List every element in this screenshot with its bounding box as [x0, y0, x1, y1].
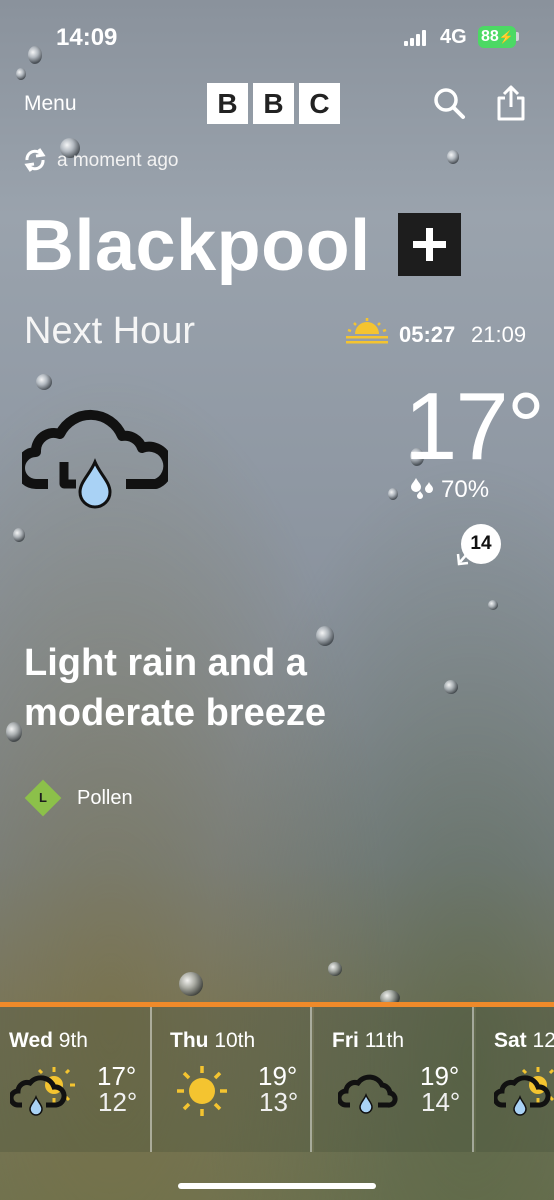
pollen-level-letter: L	[39, 790, 47, 805]
forecast-day-date: 11th	[364, 1029, 405, 1052]
sunrise-icon	[346, 318, 388, 344]
weather-summary: Light rain and a moderate breeze	[24, 642, 327, 734]
network-type: 4G	[440, 26, 467, 48]
battery-tip	[516, 32, 519, 41]
add-location-button[interactable]	[398, 213, 461, 276]
bbc-logo[interactable]: B B C	[207, 83, 340, 124]
forecast-day-date: 10th	[214, 1029, 256, 1052]
raindrop	[447, 150, 459, 164]
signal-icon	[404, 30, 430, 46]
forecast-low: 12°	[98, 1087, 138, 1117]
sunset-time: 21:09	[471, 322, 527, 347]
forecast-period: Next Hour	[24, 310, 196, 352]
forecast-day-label: Sat 12	[494, 1029, 554, 1053]
forecast-day-card[interactable]: Thu 10th 19° 13°	[152, 1007, 312, 1152]
raindrop	[6, 722, 22, 742]
forecast-day-name: Wed	[9, 1029, 53, 1052]
forecast-day-label: Thu 10th	[170, 1029, 255, 1053]
raindrop	[13, 528, 25, 542]
wind-speed-badge: 14	[461, 524, 501, 564]
sunrise-time: 05:27	[399, 322, 456, 347]
forecast-day-date: 12	[532, 1029, 554, 1052]
current-temperature: 17°	[404, 373, 545, 480]
forecast-day-date: 9th	[58, 1029, 88, 1052]
forecast-day-label: Fri 11th	[332, 1029, 404, 1053]
logo-letter: C	[299, 83, 340, 124]
logo-letter: B	[253, 83, 294, 124]
light-rain-cloud-icon	[338, 1074, 398, 1114]
forecast-day-name: Thu	[170, 1029, 209, 1052]
raindrop	[328, 962, 342, 976]
last-updated: a moment ago	[57, 150, 179, 171]
forecast-day-card[interactable]: Fri 11th 19° 14°	[314, 1007, 474, 1152]
forecast-day-card[interactable]: Wed 9th 17° 12°	[0, 1007, 152, 1152]
raindrop	[444, 680, 458, 694]
search-icon[interactable]	[432, 86, 466, 120]
forecast-day-name: Fri	[332, 1029, 359, 1052]
light-rain-cloud-icon	[22, 409, 168, 509]
sun-cloud-rain-icon	[494, 1067, 554, 1116]
menu-button[interactable]: Menu	[24, 92, 77, 116]
rain-chance-icon	[411, 478, 433, 499]
forecast-day-card[interactable]: Sat 12	[476, 1007, 554, 1152]
raindrop	[388, 488, 398, 500]
raindrop	[488, 600, 498, 610]
logo-letter: B	[207, 83, 248, 124]
forecast-low: 14°	[421, 1087, 461, 1117]
sun-icon	[177, 1066, 227, 1116]
forecast-day-name: Sat	[494, 1029, 527, 1052]
forecast-day-label: Wed 9th	[9, 1029, 88, 1053]
share-icon[interactable]	[496, 84, 526, 122]
forecast-low: 13°	[259, 1087, 299, 1117]
location-name: Blackpool	[22, 206, 371, 286]
raindrop	[36, 374, 52, 390]
battery-level: 88	[481, 28, 499, 45]
status-time: 14:09	[56, 24, 118, 51]
battery-indicator: 88⚡	[478, 26, 516, 48]
status-bar: 14:09 4G 88⚡	[0, 0, 554, 70]
pollen-label[interactable]: Pollen	[77, 787, 133, 810]
rain-chance: 70%	[441, 476, 490, 503]
refresh-icon[interactable]	[22, 147, 48, 173]
home-indicator[interactable]	[178, 1183, 376, 1189]
sun-cloud-rain-icon	[10, 1067, 75, 1116]
raindrop	[179, 972, 203, 996]
